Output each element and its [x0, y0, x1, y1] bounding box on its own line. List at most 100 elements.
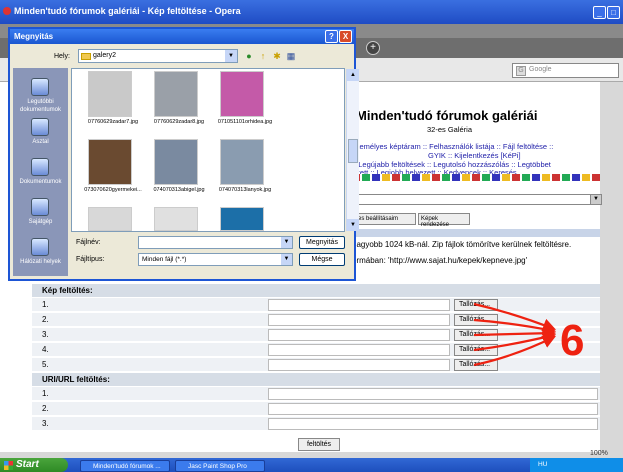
maximize-button[interactable]: □	[607, 6, 620, 19]
url-input[interactable]	[268, 403, 598, 415]
url-input[interactable]	[268, 388, 598, 400]
view-menu-icon[interactable]: ▦	[285, 50, 297, 62]
row-number: 1.	[42, 389, 49, 398]
file-input[interactable]	[268, 299, 450, 311]
filetype-select[interactable]: Minden fájl (*.*) ▼	[138, 253, 293, 266]
place-item[interactable]: Sajátgép	[13, 198, 68, 238]
minimize-button[interactable]: _	[593, 6, 606, 19]
start-button[interactable]: Start	[0, 458, 68, 472]
row-number: 3.	[42, 419, 49, 428]
file-thumbnail[interactable]	[154, 207, 198, 231]
filename-input[interactable]: ▼	[138, 236, 293, 249]
new-tab-button[interactable]: +	[366, 41, 380, 55]
place-icon	[31, 198, 49, 216]
file-name: 073070620gyermekei...	[84, 187, 142, 193]
start-label: Start	[16, 459, 39, 470]
help-button[interactable]: ?	[325, 30, 338, 43]
file-list[interactable]: 07760629zadar7.jpg 07760629zadar8.jpg 0710…	[71, 68, 359, 232]
place-icon	[31, 238, 49, 256]
url-input[interactable]	[268, 418, 598, 430]
windows-logo-icon	[4, 461, 13, 470]
upload-size-info: nagyobb 1024 kB-nál. Zip fájlok tömörítv…	[352, 240, 572, 249]
taskbar-item-paintshop[interactable]: Jasc Paint Shop Pro	[175, 460, 265, 472]
place-label: Asztal	[32, 139, 49, 145]
red-arrows-annotation	[473, 302, 557, 367]
file-thumbnail[interactable]: 073070620gyermekei...	[78, 139, 142, 199]
chevron-down-icon: ▼	[281, 254, 292, 265]
sort-images-button[interactable]: Képek rendezése	[418, 213, 470, 228]
dialog-title: Megnyitás	[10, 29, 354, 44]
site-title: Minden'tudó fórumok galériái	[356, 108, 538, 123]
place-item[interactable]: Legutóbbi dokumentumok	[13, 78, 68, 118]
image-preview	[220, 139, 264, 185]
file-name: 071051101orhidea.jpg	[217, 119, 273, 125]
close-button[interactable]: X	[339, 30, 352, 43]
arrow-3	[473, 326, 557, 340]
scroll-down-icon[interactable]: ▼	[347, 219, 359, 231]
cancel-button[interactable]: Mégse	[299, 253, 345, 266]
file-list-scrollbar[interactable]: ▲ ▼	[346, 69, 359, 231]
file-name: 07760629zadar7.jpg	[87, 119, 139, 125]
folder-icon	[81, 53, 91, 60]
place-item[interactable]: Hálózati helyek	[13, 238, 68, 278]
place-icon	[31, 78, 49, 96]
url-format-info: ormában: 'http://www.sajat.hu/kepek/kepn…	[352, 256, 528, 265]
chevron-down-icon: ▼	[590, 195, 601, 204]
place-label: Dokumentumok	[19, 179, 62, 185]
file-input[interactable]	[268, 329, 450, 341]
browser-title: Minden'tudó fórumok galériái - Kép feltö…	[14, 6, 241, 16]
google-icon: G	[516, 66, 526, 76]
file-thumbnail[interactable]: 07760629zadar7.jpg	[78, 71, 142, 131]
file-thumbnail[interactable]: 07760629zadar8.jpg	[144, 71, 208, 131]
nav-links-line1[interactable]: személyes képtáram :: Felhasználók listá…	[352, 142, 553, 151]
browser-title-bar: Minden'tudó fórumok galériái - Kép feltö…	[0, 0, 623, 24]
zoom-level[interactable]: 100%	[590, 450, 608, 457]
site-subtitle: 32-es Galéria	[427, 125, 473, 134]
album-select[interactable]: ▼	[352, 194, 602, 205]
look-in-value: galery2	[93, 52, 116, 59]
filetype-label: Fájltípus:	[76, 256, 105, 263]
scroll-thumb[interactable]	[348, 139, 358, 163]
language-flags[interactable]	[352, 174, 600, 181]
file-thumbnail[interactable]	[88, 207, 132, 231]
tray-language[interactable]: HU	[538, 461, 547, 468]
file-thumbnail[interactable]	[220, 207, 264, 231]
row-number: 2.	[42, 404, 49, 413]
desktop-screen: Minden'tudó fórumok galériái - Kép feltö…	[0, 0, 623, 472]
file-input[interactable]	[268, 344, 450, 356]
open-file-dialog: Megnyitás ? X Hely: galery2 ▼ ● ↑ ✱ ▦ Le…	[8, 27, 359, 281]
row-number: 1.	[42, 300, 49, 309]
url-row: 3.	[32, 417, 600, 431]
annotation-number: 6	[560, 316, 585, 365]
filename-label: Fájlnév:	[76, 239, 101, 246]
row-number: 5.	[42, 360, 49, 369]
place-item[interactable]: Dokumentumok	[13, 158, 68, 198]
scroll-up-icon[interactable]: ▲	[347, 69, 359, 81]
file-input[interactable]	[268, 359, 450, 371]
place-icon	[31, 158, 49, 176]
row-number: 4.	[42, 345, 49, 354]
filetype-value: Minden fájl (*.*)	[142, 256, 187, 263]
file-input[interactable]	[268, 314, 450, 326]
place-item[interactable]: Asztal	[13, 118, 68, 158]
look-in-select[interactable]: galery2 ▼	[78, 49, 238, 63]
file-thumbnail[interactable]: 074070313abigel.jpg	[144, 139, 208, 199]
nav-links-line2[interactable]: GYIK :: Kijelentkezés [KéPi]	[428, 151, 521, 160]
upload-submit-button[interactable]: feltöltés	[298, 438, 340, 451]
new-folder-icon[interactable]: ✱	[271, 50, 283, 62]
open-button[interactable]: Megnyitás	[299, 236, 345, 249]
file-name: 07760629zadar8.jpg	[153, 119, 205, 125]
opera-logo-icon	[3, 7, 11, 15]
album-settings-button[interactable]: yes beállításaim	[352, 213, 416, 225]
back-icon[interactable]: ●	[243, 50, 255, 62]
taskbar-item-opera[interactable]: Minden'tudó fórumok ...	[80, 460, 170, 472]
browser-side-panel	[600, 82, 623, 452]
up-folder-icon[interactable]: ↑	[257, 50, 269, 62]
file-thumbnail[interactable]: 074070313lanyok.jpg	[210, 139, 274, 199]
file-thumbnail[interactable]: 071051101orhidea.jpg	[210, 71, 274, 131]
file-name: 074070313abigel.jpg	[153, 187, 205, 193]
chevron-down-icon[interactable]: ▼	[281, 237, 292, 248]
search-input[interactable]: G Google	[512, 63, 619, 78]
image-preview	[154, 139, 198, 185]
system-tray: HU	[530, 458, 623, 472]
